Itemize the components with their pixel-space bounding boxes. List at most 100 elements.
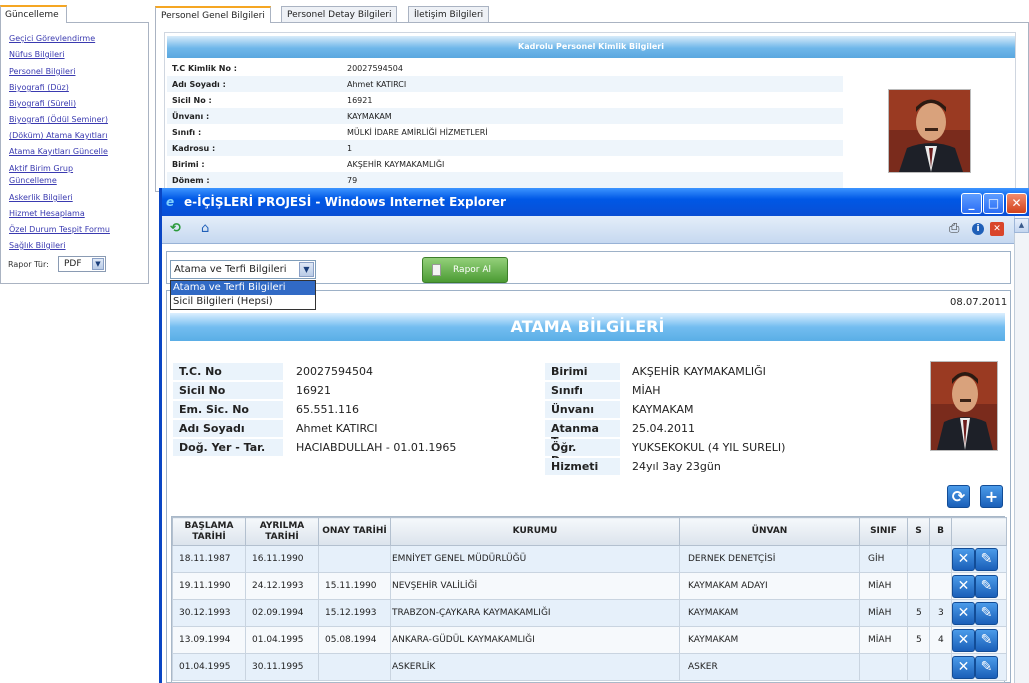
col-sinif[interactable]: SINIF (859, 517, 908, 546)
menu-link-hizmet-hesaplama[interactable]: Hizmet Hesaplama (9, 208, 85, 219)
edit-icon[interactable]: ✎ (975, 601, 998, 625)
tab-personel-genel[interactable]: Personel Genel Bilgileri (155, 6, 271, 23)
scrollbar[interactable] (1014, 216, 1029, 683)
tab-personel-detay[interactable]: Personel Detay Bilgileri (281, 6, 398, 23)
menu-link-personel-bilgileri[interactable]: Personel Bilgileri (9, 66, 75, 77)
cell: 19.11.1990 (172, 572, 246, 600)
table-row: 19.11.1990 24.12.1993 15.11.1990 NEVŞEHİR V… (172, 572, 1007, 600)
identity-key: Dönem : (172, 176, 210, 185)
cell: KAYMAKAM ADAYI (679, 572, 860, 600)
info-key: Sicil No (173, 382, 283, 399)
home-icon[interactable]: ⌂ (201, 221, 209, 237)
rapor-al-label: Rapor Al (453, 265, 492, 275)
edit-icon[interactable]: ✎ (975, 655, 998, 679)
rapor-tur-select[interactable]: PDF ▼ (58, 256, 106, 272)
cell: MİAH (859, 572, 908, 600)
delete-icon[interactable]: ✕ (952, 574, 975, 598)
print-icon[interactable]: ⎙ (949, 221, 959, 237)
refresh-icon[interactable]: ⟲ (170, 221, 181, 237)
cell: GİH (859, 545, 908, 573)
cell (929, 653, 952, 681)
identity-key: Sicil No : (172, 96, 212, 105)
cell: MİAH (859, 626, 908, 654)
menu-link-aktif-birim-guncelleme[interactable]: Güncelleme (9, 175, 57, 186)
identity-row: Birimi : AKŞEHİR KAYMAKAMLIĞI (167, 156, 843, 172)
tab-iletisim[interactable]: İletişim Bilgileri (408, 6, 490, 23)
menu-link-gecici-gorevlendirme[interactable]: Geçici Görevlendirme (9, 33, 95, 44)
menu-link-saglik[interactable]: Sağlık Bilgileri (9, 240, 66, 251)
cell-actions: ✕ ✎ (951, 545, 1007, 573)
cell (318, 653, 391, 681)
identity-row: Dönem : 79 (167, 172, 843, 188)
identity-row: Ünvanı : KAYMAKAM (167, 108, 843, 124)
report-type-select[interactable]: Atama ve Terfi Bilgileri ▼ (170, 260, 316, 279)
edit-icon[interactable]: ✎ (975, 574, 998, 598)
report-title: ATAMA BİLGİLERİ (170, 313, 1005, 341)
cell: KAYMAKAM (679, 599, 860, 627)
identity-row: Sınıfı : MÜLKİ İDARE AMİRLİĞİ HİZMETLERİ (167, 124, 843, 140)
edit-icon[interactable]: ✎ (975, 547, 998, 571)
delete-icon[interactable]: ✕ (952, 547, 975, 571)
menu-link-aktif-birim-grup[interactable]: Aktif Birim Grup (9, 163, 73, 174)
refresh-table-button[interactable]: ⟳ (947, 485, 970, 508)
identity-value: KAYMAKAM (347, 112, 392, 121)
menu-link-biyografi-odul[interactable]: Biyografi (Ödül Seminer) (9, 114, 108, 125)
cell-actions: ✕ ✎ (951, 626, 1007, 654)
col-kurumu[interactable]: KURUMU (390, 517, 680, 546)
cell: KAYMAKAM (679, 626, 860, 654)
col-s[interactable]: S (907, 517, 930, 546)
scroll-up-icon[interactable]: ▲ (1014, 218, 1029, 233)
close-button[interactable]: ✕ (1006, 193, 1027, 214)
identity-value: 1 (347, 144, 353, 153)
menu-link-askerlik[interactable]: Askerlik Bilgileri (9, 192, 73, 203)
report-option-atama[interactable]: Atama ve Terfi Bilgileri (171, 281, 315, 295)
close-page-icon[interactable]: ✕ (990, 222, 1004, 236)
delete-icon[interactable]: ✕ (952, 601, 975, 625)
menu-link-biyografi-duz[interactable]: Biyografi (Düz) (9, 82, 69, 93)
cell (907, 653, 930, 681)
rapor-al-button[interactable]: Rapor Al (422, 257, 508, 283)
identity-key: Sınıfı : (172, 128, 202, 137)
cell (859, 653, 908, 681)
cell: 30.12.1993 (172, 599, 246, 627)
info-value: 16921 (296, 384, 331, 397)
col-b[interactable]: B (929, 517, 952, 546)
cell (929, 572, 952, 600)
info-value: YUKSEKOKUL (4 YIL SURELI) (632, 441, 786, 454)
minimize-button[interactable]: _ (961, 193, 982, 214)
info-key: T.C. No (173, 363, 283, 380)
cell: 16.11.1990 (245, 545, 319, 573)
identity-row: Kadrosu : 1 (167, 140, 843, 156)
identity-value: AKŞEHİR KAYMAKAMLIĞI (347, 160, 445, 169)
col-baslama[interactable]: BAŞLAMA TARİHİ (172, 517, 246, 546)
add-record-button[interactable]: + (980, 485, 1003, 508)
info-value: KAYMAKAM (632, 403, 694, 416)
cell: 01.04.1995 (172, 653, 246, 681)
edit-icon[interactable]: ✎ (975, 628, 998, 652)
col-ayrilma[interactable]: AYRILMA TARİHİ (245, 517, 319, 546)
delete-icon[interactable]: ✕ (952, 655, 975, 679)
report-option-sicil[interactable]: Sicil Bilgileri (Hepsi) (171, 295, 315, 309)
col-unvan[interactable]: ÜNVAN (679, 517, 860, 546)
cell: MİAH (859, 599, 908, 627)
cell: 05.08.1994 (318, 626, 391, 654)
maximize-button[interactable]: □ (983, 193, 1004, 214)
menu-link-ozel-durum[interactable]: Özel Durum Tespit Formu (9, 224, 110, 235)
delete-icon[interactable]: ✕ (952, 628, 975, 652)
menu-link-nufus-bilgileri[interactable]: Nüfus Bilgileri (9, 49, 65, 60)
info-key: Öğr. Durum (545, 439, 620, 467)
cell: 15.11.1990 (318, 572, 391, 600)
menu-link-doküm-atama[interactable]: (Döküm) Atama Kayıtları (9, 130, 107, 141)
cell (907, 545, 930, 573)
menu-link-biyografi-sureli[interactable]: Biyografi (Süreli) (9, 98, 76, 109)
cell: NEVŞEHİR VALİLİĞİ (390, 572, 680, 600)
info-key: Em. Sic. No (173, 401, 283, 418)
menu-link-atama-guncelle[interactable]: Atama Kayıtları Güncelle (9, 146, 108, 157)
tab-guncelleme[interactable]: Güncelleme (0, 5, 67, 23)
ie-toolbar (162, 216, 1014, 244)
cell: 4 (929, 626, 952, 654)
rapor-tur-value: PDF (64, 259, 82, 269)
info-icon[interactable]: i (972, 223, 984, 235)
col-onay[interactable]: ONAY TARİHİ (318, 517, 391, 546)
cell: 18.11.1987 (172, 545, 246, 573)
